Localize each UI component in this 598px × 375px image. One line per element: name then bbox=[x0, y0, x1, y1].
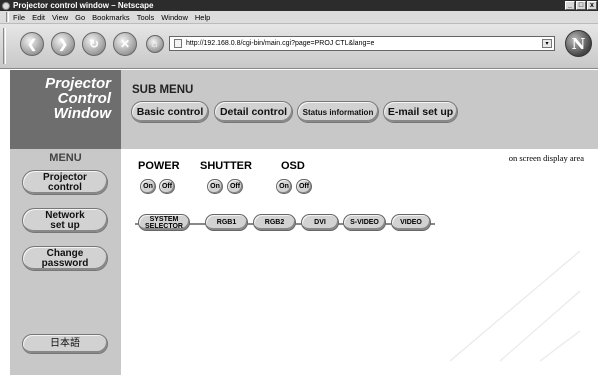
main-content: on screen display area POWER On Off SHUT… bbox=[121, 149, 598, 375]
change-password-label-2: password bbox=[41, 257, 89, 269]
rgb1-button[interactable]: RGB1 bbox=[205, 214, 248, 231]
japanese-language-button[interactable]: 日本語 bbox=[22, 334, 108, 354]
menu-edit[interactable]: Edit bbox=[32, 13, 45, 22]
basic-control-button[interactable]: Basic control bbox=[131, 101, 209, 123]
change-password-label-1: Change bbox=[46, 247, 84, 259]
menu-bar: File Edit View Go Bookmarks Tools Window… bbox=[0, 11, 598, 24]
decorative-watermark bbox=[449, 250, 581, 362]
toolbar-grip bbox=[6, 12, 9, 22]
menu-tools[interactable]: Tools bbox=[137, 13, 155, 22]
shutter-on-button[interactable]: On bbox=[207, 179, 223, 194]
menu-window[interactable]: Window bbox=[161, 13, 188, 22]
network-setup-button[interactable]: Network set up bbox=[22, 208, 108, 233]
sidebar: MENU Projector control Network set up Ch… bbox=[10, 149, 121, 375]
rgb2-button[interactable]: RGB2 bbox=[253, 214, 296, 231]
osd-on-button[interactable]: On bbox=[276, 179, 292, 194]
power-on-button[interactable]: On bbox=[140, 179, 156, 194]
change-password-button[interactable]: Change password bbox=[22, 246, 108, 271]
logo-line-3: Window bbox=[53, 105, 111, 122]
system-selector-label-2: SELECTOR bbox=[145, 222, 183, 230]
back-arrow-icon[interactable]: ❮ bbox=[20, 32, 44, 56]
network-setup-label-1: Network bbox=[45, 209, 85, 221]
power-label: POWER bbox=[138, 160, 180, 172]
logo-line-1: Projector bbox=[45, 75, 111, 92]
menu-bookmarks[interactable]: Bookmarks bbox=[92, 13, 130, 22]
url-text: http://192.168.0.8/cgi-bin/main.cgi?page… bbox=[186, 40, 375, 47]
system-selector-label-1: SYSTEM bbox=[149, 215, 179, 223]
home-icon[interactable]: ⌂ bbox=[146, 35, 164, 53]
reload-icon[interactable]: ↻ bbox=[82, 32, 106, 56]
projector-control-label-1: Projector bbox=[43, 171, 87, 183]
s-video-button[interactable]: S-VIDEO bbox=[343, 214, 386, 231]
maximize-button[interactable]: □ bbox=[576, 1, 586, 10]
submenu-panel: SUB MENU Basic control Detail control St… bbox=[121, 70, 598, 149]
menu-view[interactable]: View bbox=[52, 13, 68, 22]
detail-control-button[interactable]: Detail control bbox=[214, 101, 293, 123]
projector-control-button[interactable]: Projector control bbox=[22, 170, 108, 195]
logo-line-2: Control bbox=[57, 90, 111, 107]
close-button[interactable]: x bbox=[587, 1, 597, 10]
url-dropdown-icon[interactable]: ▾ bbox=[542, 39, 552, 48]
shutter-off-button[interactable]: Off bbox=[227, 179, 243, 194]
window-controls: _ □ x bbox=[565, 1, 597, 10]
osd-area-note: on screen display area bbox=[508, 153, 584, 163]
submenu-title: SUB MENU bbox=[132, 84, 194, 96]
menu-file[interactable]: File bbox=[13, 13, 25, 22]
toolbar-grip bbox=[3, 28, 6, 64]
url-field[interactable]: http://192.168.0.8/cgi-bin/main.cgi?page… bbox=[169, 36, 555, 51]
menu-title: MENU bbox=[49, 152, 82, 164]
stop-icon[interactable]: ✕ bbox=[113, 32, 137, 56]
video-button[interactable]: VIDEO bbox=[391, 214, 431, 231]
status-information-button[interactable]: Status information bbox=[297, 101, 379, 123]
network-setup-label-2: set up bbox=[50, 219, 80, 231]
netscape-icon bbox=[2, 1, 10, 10]
netscape-logo: N bbox=[565, 30, 592, 57]
menu-go[interactable]: Go bbox=[75, 13, 85, 22]
power-off-button[interactable]: Off bbox=[159, 179, 175, 194]
navigation-toolbar: ❮ ❯ ↻ ✕ ⌂ http://192.168.0.8/cgi-bin/mai… bbox=[0, 24, 598, 69]
app-logo: Projector Control Window bbox=[10, 70, 121, 149]
window-title: Projector control window – Netscape bbox=[13, 1, 154, 10]
email-setup-button[interactable]: E-mail set up bbox=[383, 101, 458, 123]
menu-help[interactable]: Help bbox=[195, 13, 210, 22]
system-selector-button[interactable]: SYSTEM SELECTOR bbox=[138, 214, 190, 231]
projector-control-label-2: control bbox=[48, 181, 82, 193]
window-titlebar: Projector control window – Netscape _ □ … bbox=[0, 0, 598, 11]
osd-label: OSD bbox=[281, 160, 305, 172]
dvi-button[interactable]: DVI bbox=[301, 214, 339, 231]
minimize-button[interactable]: _ bbox=[565, 1, 575, 10]
shutter-label: SHUTTER bbox=[200, 160, 252, 172]
forward-arrow-icon[interactable]: ❯ bbox=[51, 32, 75, 56]
page-icon bbox=[174, 39, 182, 48]
osd-off-button[interactable]: Off bbox=[296, 179, 312, 194]
